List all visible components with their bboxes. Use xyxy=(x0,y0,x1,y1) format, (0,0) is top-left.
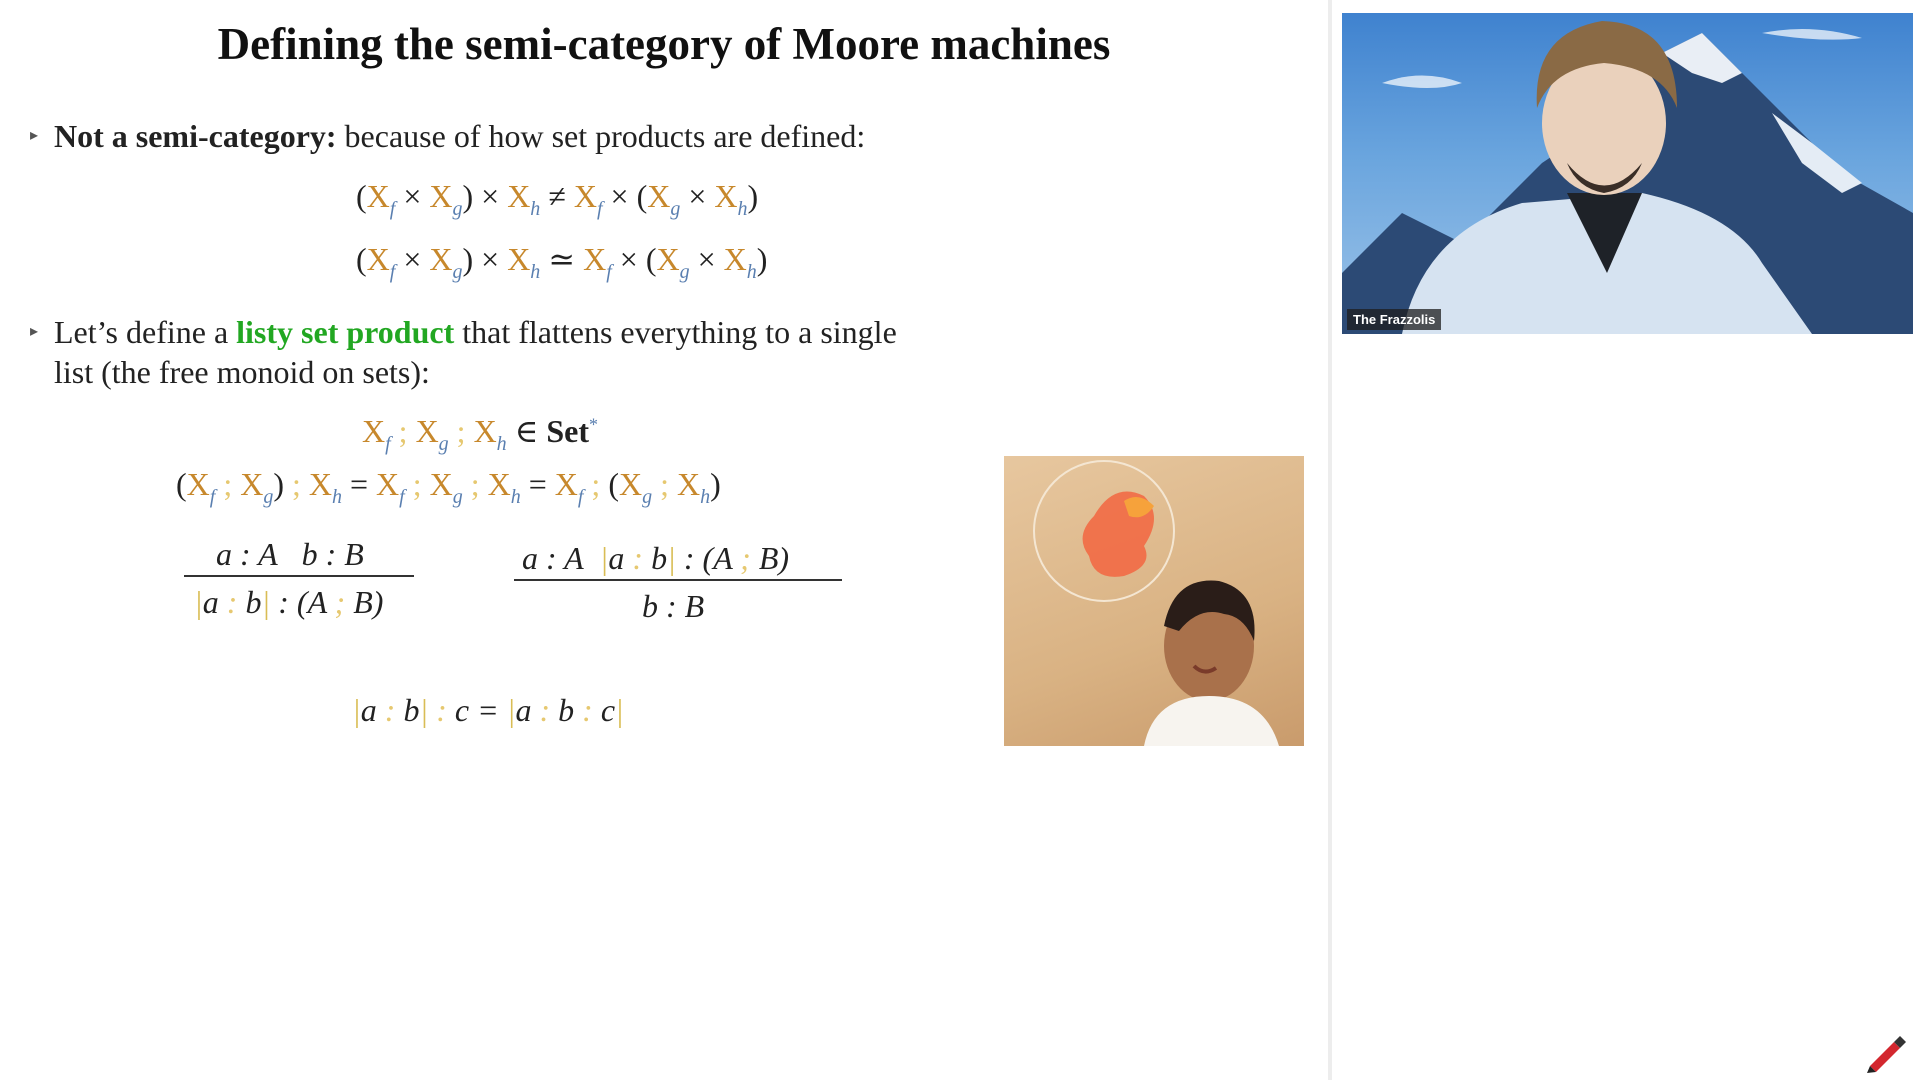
bullet-2-text-c: list (the free monoid on sets): xyxy=(54,354,430,390)
bullet-1-bold: Not a semi-category: xyxy=(54,118,337,154)
formula-associativity: (Xf ; Xg) ; Xh = Xf ; Xg ; Xh = Xf ; (Xg… xyxy=(176,466,721,508)
rule-left-bar xyxy=(184,575,414,577)
slide-title: Defining the semi-category of Moore mach… xyxy=(217,19,1111,69)
bullet-icon: ▸ xyxy=(30,323,39,340)
participant-video[interactable]: The Frazzolis xyxy=(1342,13,1913,334)
bullet-1-text: because of how set products are defined: xyxy=(336,118,866,154)
set-label: Set xyxy=(546,413,590,449)
bullet-2-text-b: that flattens everything to a single xyxy=(454,314,897,350)
formula-isomorphic: (Xf × Xg) × Xh ≃ Xf × (Xg × Xh) xyxy=(356,241,768,283)
participant-name-tag: The Frazzolis xyxy=(1347,309,1442,330)
panel-divider xyxy=(1328,0,1332,1080)
rule-right-premise: a : A |a : b| : (A ; B) xyxy=(522,540,790,576)
rule-right-conclusion: b : B xyxy=(642,588,705,624)
formula-flatten: |a : b| : c = |a : b : c| xyxy=(352,692,624,728)
bullet-icon: ▸ xyxy=(30,127,39,144)
listy-set-product-highlight: listy set product xyxy=(236,314,455,350)
rule-right-bar xyxy=(514,579,842,581)
set-star: * xyxy=(589,414,599,435)
slide: Defining the semi-category of Moore mach… xyxy=(0,0,1328,1080)
illustration-photo xyxy=(1004,456,1304,746)
formula-not-equal: (Xf × Xg) × Xh ≠ Xf × (Xg × Xh) xyxy=(356,178,759,220)
rule-left-conclusion: |a : b| : (A ; B) xyxy=(194,584,384,620)
rule-left-premise: a : A b : B xyxy=(216,536,364,572)
pen-tool-icon[interactable] xyxy=(1864,1028,1910,1074)
formula-set-star: Xf ; Xg ; Xh ∈ Set* xyxy=(362,413,599,455)
bullet-2-text-a: Let’s define a xyxy=(54,314,237,350)
